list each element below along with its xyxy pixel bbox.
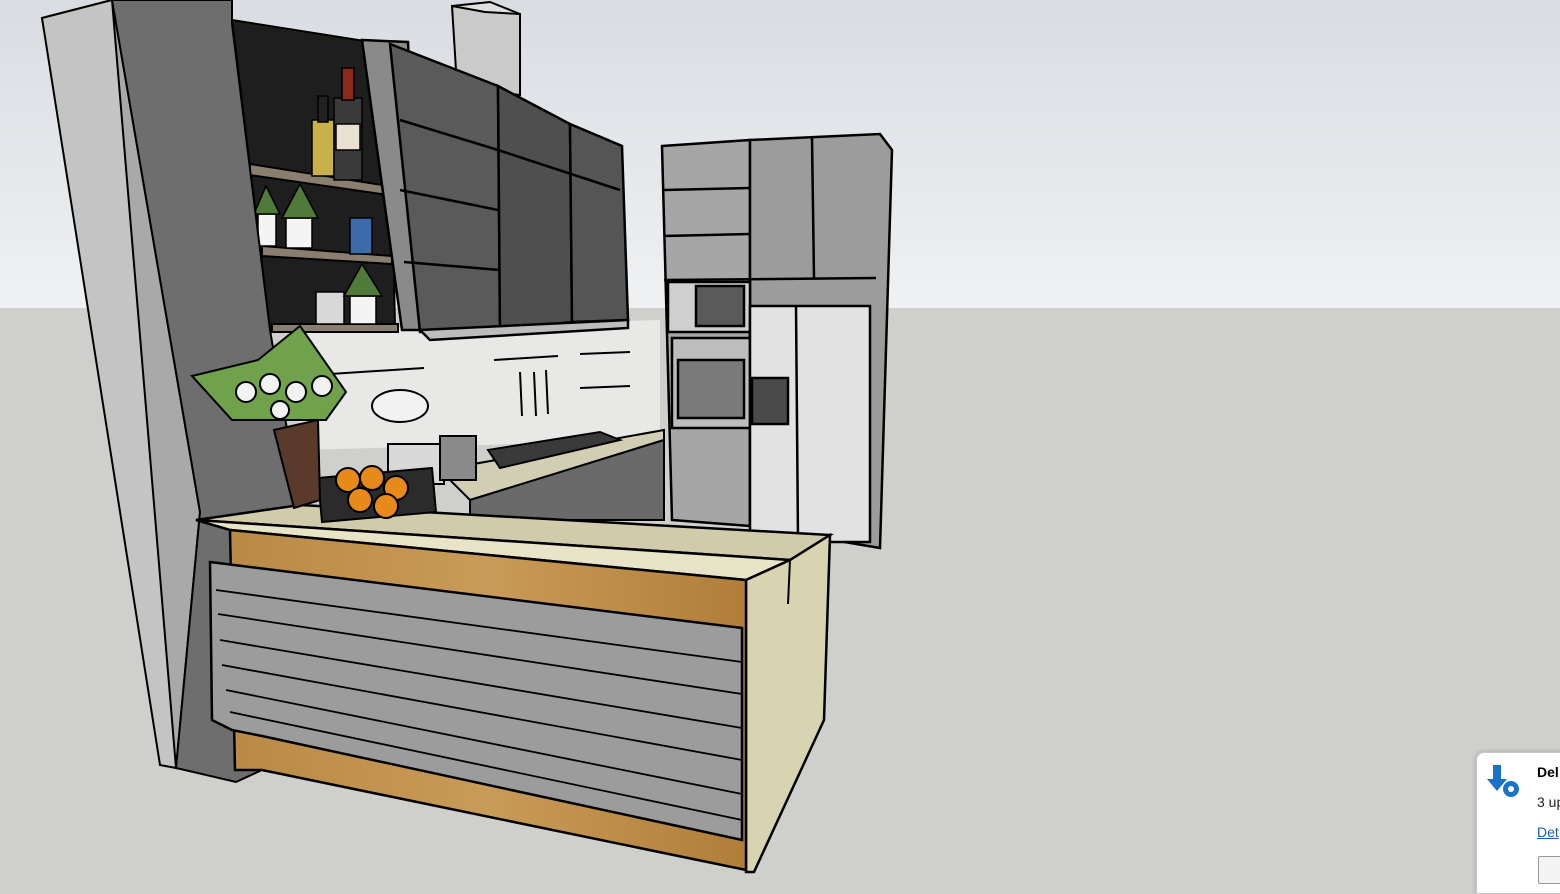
paper-towel-roll bbox=[371, 389, 429, 423]
notification-action-button[interactable] bbox=[1538, 856, 1560, 884]
kitchen-3d-model[interactable] bbox=[0, 0, 1560, 876]
notification-details-link[interactable]: Det bbox=[1537, 824, 1559, 840]
notification-title: Del bbox=[1537, 764, 1559, 780]
notification-body: 3 up bbox=[1537, 794, 1560, 810]
tall-cabinet-unit bbox=[660, 132, 894, 550]
sketchup-viewport[interactable]: Del 3 up Det bbox=[0, 0, 1560, 894]
back-wall bbox=[300, 320, 660, 450]
download-gear-icon bbox=[1487, 765, 1519, 797]
notification-toast[interactable]: Del 3 up Det bbox=[1476, 752, 1560, 894]
